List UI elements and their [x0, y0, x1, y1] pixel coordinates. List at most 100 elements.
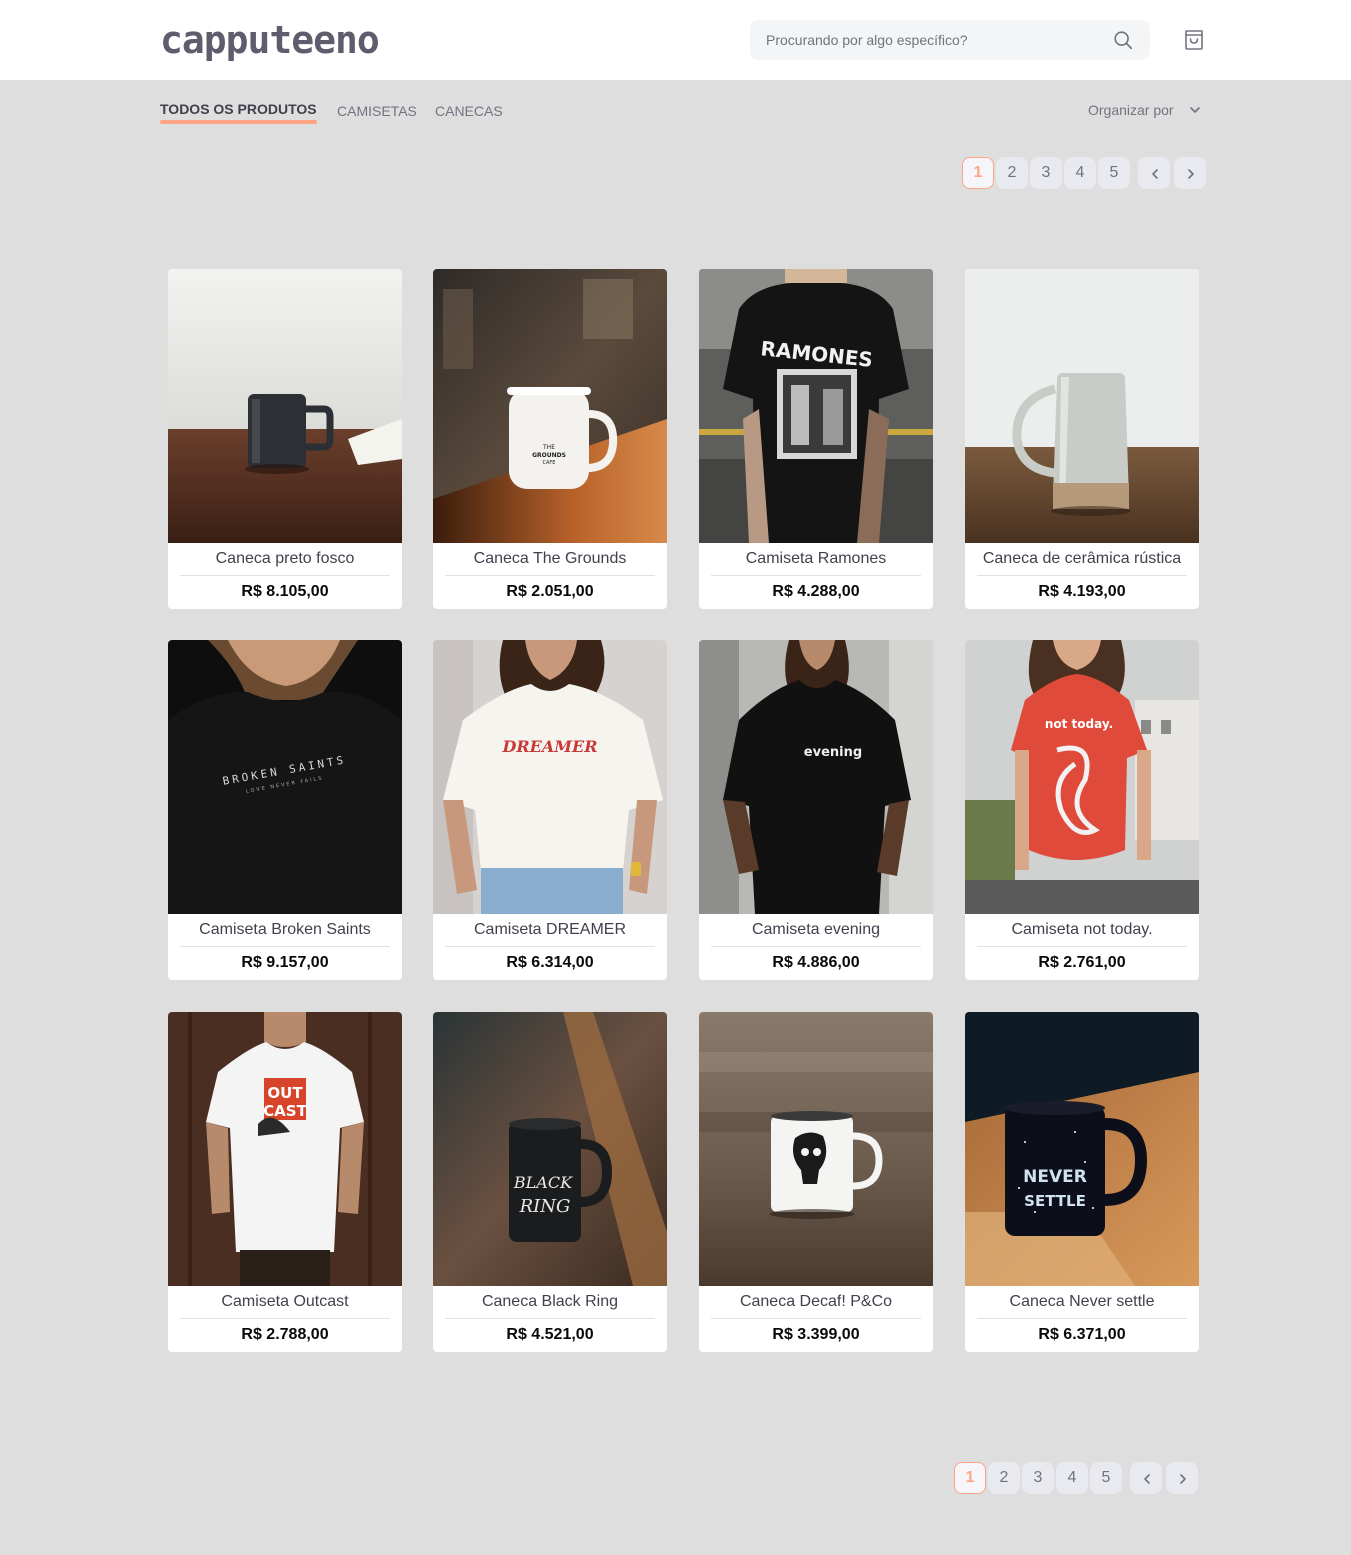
- divider: [445, 575, 655, 576]
- shirt-print-text: CAST: [263, 1102, 307, 1120]
- product-image: RAMONES: [699, 269, 933, 543]
- product-name: Caneca de cerâmica rústica: [982, 550, 1182, 567]
- divider: [180, 1318, 390, 1319]
- tab-camisetas[interactable]: CAMISETAS: [337, 100, 417, 119]
- top-header: capputeeno: [0, 0, 1351, 80]
- product-card[interactable]: RAMONES Camiseta Ramones R$ 4.288,00: [699, 269, 933, 609]
- product-card[interactable]: Caneca preto fosco R$ 8.105,00: [168, 269, 402, 609]
- page-4-button[interactable]: 4: [1056, 1462, 1088, 1494]
- page-3-button[interactable]: 3: [1022, 1462, 1054, 1494]
- product-price: R$ 4.193,00: [1038, 583, 1126, 600]
- divider: [711, 946, 921, 947]
- page-4-button[interactable]: 4: [1064, 157, 1096, 189]
- product-card[interactable]: THE GROUNDS CAFE Caneca The Grounds R$ 2…: [433, 269, 667, 609]
- divider: [445, 1318, 655, 1319]
- product-name: Caneca preto fosco: [215, 550, 355, 567]
- product-card[interactable]: evening Camiseta evening R$ 4.886,00: [699, 640, 933, 980]
- divider: [711, 575, 921, 576]
- prev-page-button[interactable]: [1138, 157, 1170, 189]
- divider: [977, 575, 1187, 576]
- search-icon[interactable]: [1112, 29, 1134, 51]
- product-image: [168, 269, 402, 543]
- search-input[interactable]: [750, 20, 1105, 60]
- product-image: not today.: [965, 640, 1199, 914]
- search-box: [750, 20, 1150, 60]
- product-price: R$ 6.371,00: [1038, 1326, 1126, 1343]
- prev-page-button[interactable]: [1130, 1462, 1162, 1494]
- next-page-button[interactable]: [1174, 157, 1206, 189]
- divider: [445, 946, 655, 947]
- pagination-bottom: 1 2 3 4 5: [954, 1462, 1200, 1494]
- product-card[interactable]: BLACK RING Caneca Black Ring R$ 4.521,00: [433, 1012, 667, 1352]
- product-price: R$ 3.399,00: [772, 1326, 860, 1343]
- chevron-right-icon: [1188, 169, 1194, 179]
- divider: [180, 575, 390, 576]
- product-name: Caneca Never settle: [1009, 1293, 1155, 1310]
- product-image: DREAMER: [433, 640, 667, 914]
- page-2-button[interactable]: 2: [996, 157, 1028, 189]
- pagination-top: 1 2 3 4 5: [962, 157, 1208, 189]
- product-card[interactable]: DREAMER Camiseta DREAMER R$ 6.314,00: [433, 640, 667, 980]
- product-price: R$ 6.314,00: [506, 954, 594, 971]
- chevron-left-icon: [1144, 1474, 1150, 1484]
- mug-print-text: THE: [542, 444, 555, 451]
- shirt-print-text: OUT: [267, 1084, 303, 1102]
- product-card[interactable]: Caneca Decaf! P&Co R$ 3.399,00: [699, 1012, 933, 1352]
- product-price: R$ 2.051,00: [506, 583, 594, 600]
- tab-canecas[interactable]: CANECAS: [435, 100, 503, 119]
- tab-todos-os-produtos[interactable]: TODOS OS PRODUTOS: [160, 100, 317, 124]
- chevron-left-icon: [1152, 169, 1158, 179]
- product-price: R$ 2.788,00: [241, 1326, 329, 1343]
- divider: [711, 1318, 921, 1319]
- product-image: BROKEN SAINTS LOVE NEVER FAILS: [168, 640, 402, 914]
- page-5-button[interactable]: 5: [1098, 157, 1130, 189]
- product-image: BLACK RING: [433, 1012, 667, 1286]
- page-2-button[interactable]: 2: [988, 1462, 1020, 1494]
- product-card[interactable]: BROKEN SAINTS LOVE NEVER FAILS Camiseta …: [168, 640, 402, 980]
- page-3-button[interactable]: 3: [1030, 157, 1062, 189]
- divider: [977, 946, 1187, 947]
- product-name: Camiseta Ramones: [745, 550, 887, 567]
- chevron-down-icon: [1190, 107, 1200, 113]
- product-image: THE GROUNDS CAFE: [433, 269, 667, 543]
- product-price: R$ 2.761,00: [1038, 954, 1126, 971]
- page-5-button[interactable]: 5: [1090, 1462, 1122, 1494]
- shirt-print-text: DREAMER: [502, 737, 598, 756]
- product-name: Camiseta not today.: [1011, 921, 1153, 938]
- product-name: Camiseta DREAMER: [473, 921, 627, 938]
- mug-print-text: GROUNDS: [532, 452, 566, 459]
- product-image: evening: [699, 640, 933, 914]
- product-image: [965, 269, 1199, 543]
- shirt-print-text: evening: [804, 745, 862, 760]
- divider: [977, 1318, 1187, 1319]
- product-image: [699, 1012, 933, 1286]
- sort-dropdown[interactable]: Organizar por: [1088, 102, 1200, 118]
- product-card[interactable]: OUT CAST Camiseta Outcast R$ 2.788,00: [168, 1012, 402, 1352]
- product-name: Caneca Black Ring: [481, 1293, 619, 1310]
- mug-print-text: CAFE: [543, 460, 556, 466]
- logo[interactable]: capputeeno: [160, 18, 380, 62]
- sort-label: Organizar por: [1088, 102, 1174, 118]
- next-page-button[interactable]: [1166, 1462, 1198, 1494]
- page-1-button[interactable]: 1: [954, 1462, 986, 1494]
- product-price: R$ 4.886,00: [772, 954, 860, 971]
- product-name: Caneca The Grounds: [473, 550, 627, 567]
- product-card[interactable]: NEVER SETTLE Caneca Never settle R$ 6.37…: [965, 1012, 1199, 1352]
- product-card[interactable]: not today. Camiseta not today. R$ 2.761,…: [965, 640, 1199, 980]
- divider: [180, 946, 390, 947]
- product-image: OUT CAST: [168, 1012, 402, 1286]
- product-name: Camiseta Broken Saints: [199, 921, 371, 938]
- shirt-print-text: not today.: [1045, 717, 1113, 731]
- mug-print-text: SETTLE: [1024, 1192, 1086, 1210]
- product-price: R$ 9.157,00: [241, 954, 329, 971]
- mug-print-text: BLACK: [513, 1173, 573, 1192]
- mug-print-text: RING: [519, 1196, 571, 1217]
- product-name: Camiseta Outcast: [221, 1293, 349, 1310]
- product-price: R$ 4.521,00: [506, 1326, 594, 1343]
- shopping-bag-icon[interactable]: [1182, 28, 1206, 52]
- page-1-button[interactable]: 1: [962, 157, 994, 189]
- mug-print-text: NEVER: [1023, 1167, 1087, 1187]
- product-name: Camiseta evening: [751, 921, 881, 938]
- product-card[interactable]: Caneca de cerâmica rústica R$ 4.193,00: [965, 269, 1199, 609]
- chevron-right-icon: [1180, 1474, 1186, 1484]
